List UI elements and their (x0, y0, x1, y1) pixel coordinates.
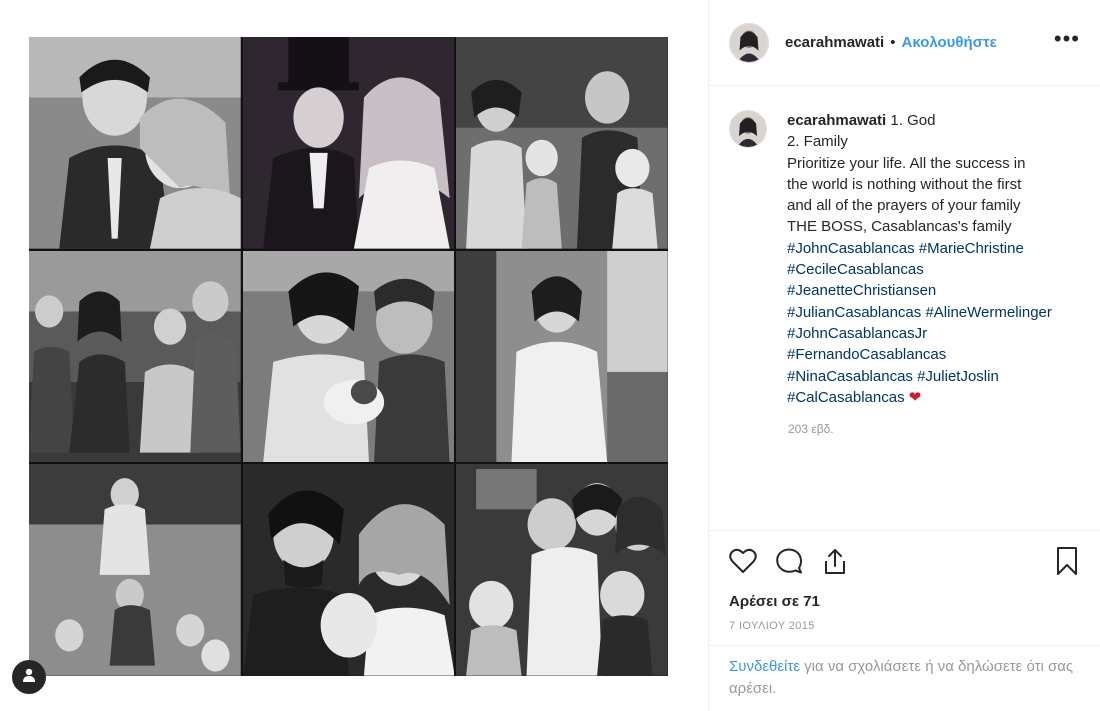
collage-photo-8 (242, 464, 455, 676)
follow-button[interactable]: Ακολουθήστε (902, 34, 997, 51)
login-link[interactable]: Συνδεθείτε (729, 658, 800, 675)
more-icon[interactable]: ••• (1054, 27, 1080, 58)
hashtag-link[interactable]: #JohnCasablancas (787, 240, 915, 257)
collage-photo-4 (29, 250, 241, 463)
hashtag-link[interactable]: #CalCasablancas (787, 389, 905, 406)
hashtag-link[interactable]: #JulietJoslin (917, 368, 999, 385)
collage-photo-1 (29, 37, 241, 249)
action-bar: Αρέσει σε 71 7 ΙΟΥΛΙΟΥ 2015 (709, 530, 1100, 632)
hashtag-link[interactable]: #JohnCasablancasJr (787, 325, 927, 342)
post-date: 7 ΙΟΥΛΙΟΥ 2015 (729, 620, 815, 632)
caption-line: 2. Family (787, 133, 848, 151)
caption-line: Prioritize your life. All the success in (787, 154, 1026, 172)
bookmark-icon[interactable] (1049, 543, 1085, 579)
collage-photo-5 (242, 250, 455, 463)
post-header: ecarahmawati • Ακολουθήστε ••• (709, 0, 1100, 86)
caption-timestamp[interactable]: 203 εβδ. (788, 422, 1080, 436)
photo-collage[interactable] (29, 37, 668, 676)
collage-photo-7 (29, 464, 241, 676)
caption-text: ecarahmawati 1. God 2. Family Prioritize… (787, 110, 1052, 408)
hashtag-link[interactable]: #JulianCasablancas (787, 304, 921, 321)
heart-icon[interactable] (725, 543, 761, 579)
hashtag-link[interactable]: #MarieChristine (919, 240, 1024, 257)
caption-line: the world is nothing without the first (787, 175, 1022, 193)
share-icon[interactable] (817, 543, 853, 579)
caption-line: and all of the prayers of your family (787, 197, 1021, 215)
user-tag-button[interactable] (12, 660, 46, 694)
hashtag-link[interactable]: #NinaCasablancas (787, 368, 913, 385)
heart-emoji: ❤ (908, 388, 922, 406)
avatar[interactable] (729, 22, 769, 63)
caption-first-line: 1. God (890, 112, 936, 129)
collage-photo-3 (456, 37, 668, 249)
hashtag-link[interactable]: #JeanetteChristiansen (787, 282, 936, 299)
comment-icon[interactable] (771, 543, 807, 579)
hashtag-link[interactable]: #CecileCasablancas (787, 261, 924, 278)
caption-username[interactable]: ecarahmawati (787, 112, 886, 129)
avatar[interactable] (729, 110, 767, 148)
hashtag-link[interactable]: #AlineWermelinger (925, 304, 1051, 321)
collage-photo-2 (242, 37, 455, 249)
post-media (0, 0, 708, 711)
collage-photo-9 (456, 464, 668, 676)
hashtag-link[interactable]: #FernandoCasablancas (787, 346, 946, 363)
user-tag-icon (21, 667, 37, 688)
header-username[interactable]: ecarahmawati (785, 34, 884, 51)
separator-dot: • (890, 34, 896, 51)
collage-photo-6 (456, 250, 668, 463)
comment-prompt: Συνδεθείτε για να σχολιάσετε ή να δηλώσε… (709, 645, 1100, 700)
like-count[interactable]: Αρέσει σε 71 (729, 593, 1085, 610)
caption: ecarahmawati 1. God 2. Family Prioritize… (729, 110, 1080, 436)
post-sidebar: ecarahmawati • Ακολουθήστε ••• ecarahmaw… (708, 0, 1100, 711)
caption-line: THE BOSS, Casablancas's family (787, 218, 1012, 236)
